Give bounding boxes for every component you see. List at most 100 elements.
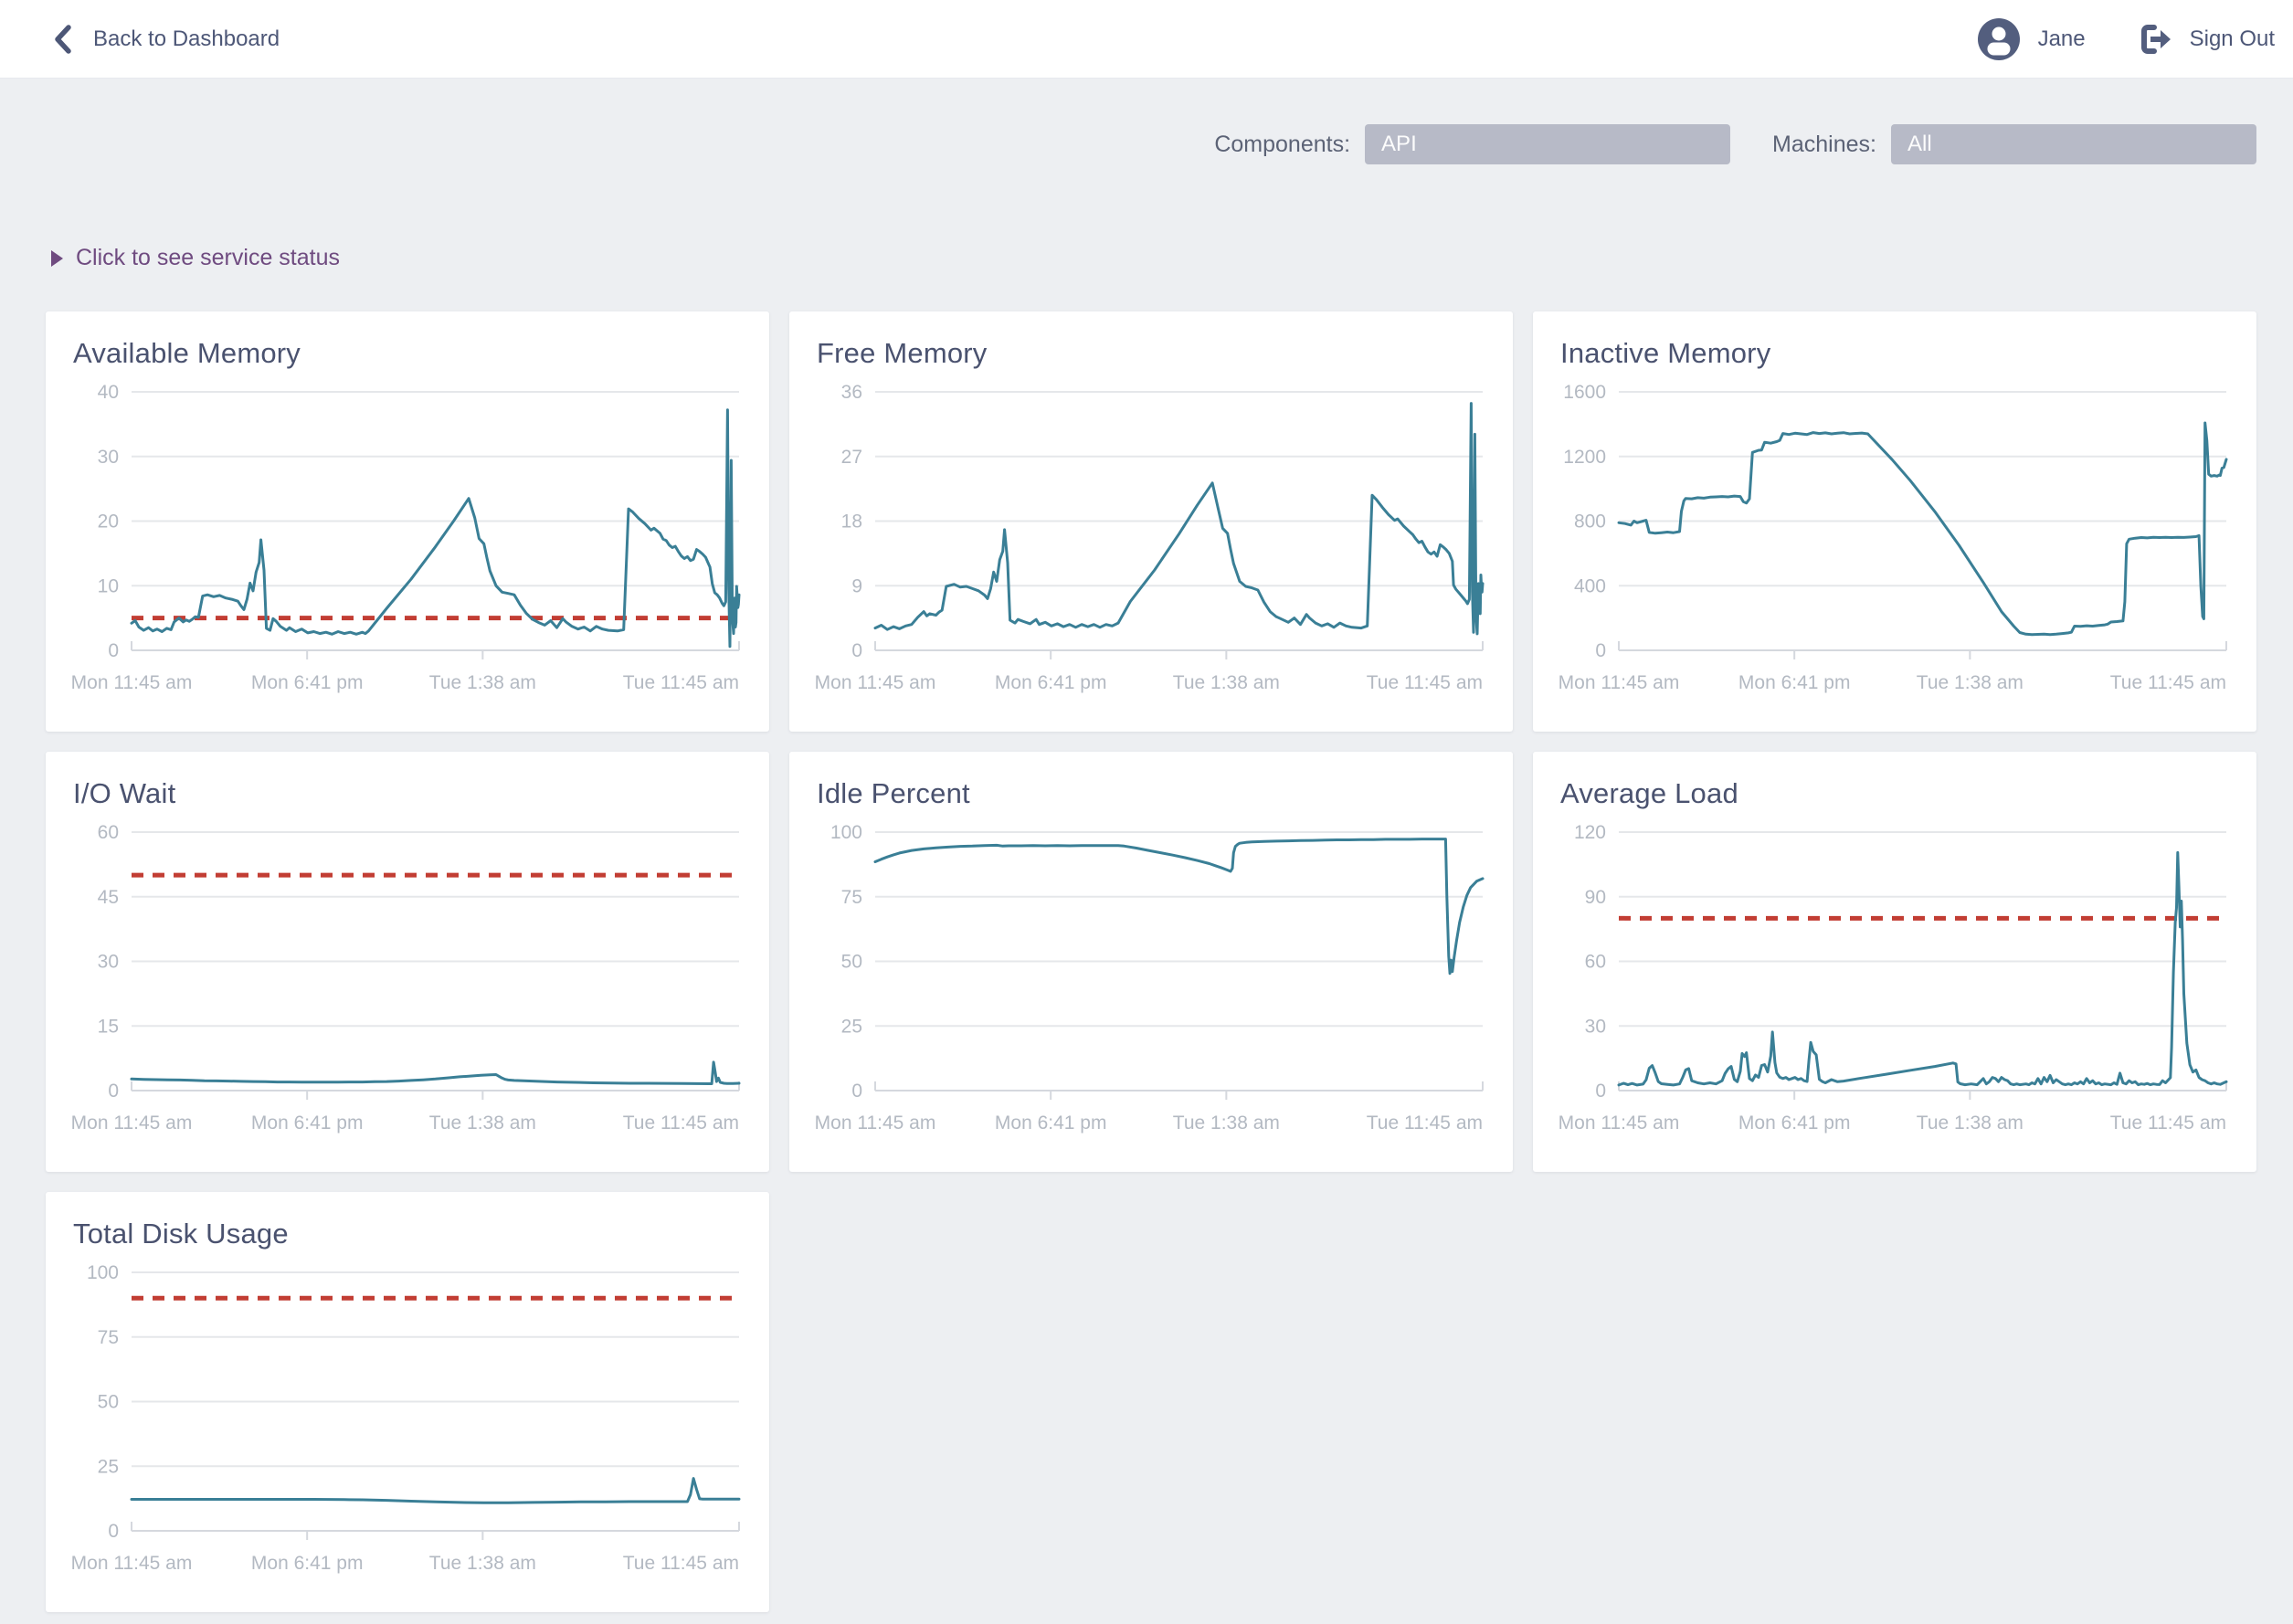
back-button[interactable]: Back to Dashboard [51, 23, 280, 56]
chart-title: I/O Wait [73, 777, 742, 810]
svg-text:9: 9 [851, 575, 862, 596]
service-status-label: Click to see service status [76, 245, 340, 271]
svg-text:Mon 11:45 am: Mon 11:45 am [1559, 672, 1680, 693]
user-name: Jane [2038, 26, 2086, 52]
svg-text:Mon 6:41 pm: Mon 6:41 pm [251, 672, 364, 693]
chart-card: Available Memory 0 10 20 30 40 Mon 11:45 am Mon… [46, 311, 769, 732]
svg-text:Tue 1:38 am: Tue 1:38 am [1917, 1113, 2024, 1134]
svg-text:25: 25 [98, 1456, 119, 1477]
svg-text:90: 90 [1585, 887, 1606, 908]
svg-text:1200: 1200 [1563, 447, 1606, 468]
svg-text:40: 40 [98, 382, 119, 403]
machines-label: Machines: [1772, 132, 1876, 158]
svg-text:Mon 6:41 pm: Mon 6:41 pm [251, 1553, 364, 1574]
chart-title: Inactive Memory [1560, 337, 2229, 370]
chart-card: Free Memory 0 9 18 27 36 Mon 11:45 am Mon 6:41 … [789, 311, 1513, 732]
svg-text:Tue 1:38 am: Tue 1:38 am [429, 1113, 536, 1134]
machines-select[interactable]: All [1891, 124, 2256, 164]
svg-text:Mon 6:41 pm: Mon 6:41 pm [251, 1113, 364, 1134]
sign-out-label: Sign Out [2190, 26, 2275, 52]
chart-card: I/O Wait015304560Mon 11:45 amMon 6:41 pm… [46, 752, 769, 1172]
machines-select-value: All [1907, 132, 1932, 157]
svg-text:Tue 1:38 am: Tue 1:38 am [1917, 672, 2024, 693]
svg-text:30: 30 [98, 447, 119, 468]
filter-bar: Components: API Machines: All [46, 124, 2256, 164]
chart-canvas: 015304560Mon 11:45 amMon 6:41 pmTue 1:38… [73, 819, 742, 1144]
chart-canvas: 0 10 20 30 40 Mon 11:45 am Mon 6:41 pm Tue 1:38… [73, 379, 742, 704]
svg-text:Tue 11:45 am: Tue 11:45 am [623, 672, 739, 693]
svg-text:30: 30 [1585, 1016, 1606, 1037]
svg-text:0: 0 [1595, 1081, 1606, 1102]
svg-text:25: 25 [841, 1016, 862, 1037]
svg-text:Mon 6:41 pm: Mon 6:41 pm [1738, 672, 1851, 693]
svg-text:Mon 6:41 pm: Mon 6:41 pm [995, 1113, 1107, 1134]
user-avatar-icon [1978, 18, 2020, 60]
components-filter-group: Components: API [1214, 124, 1730, 164]
components-select-value: API [1381, 132, 1417, 157]
svg-text:Mon 11:45 am: Mon 11:45 am [815, 1113, 936, 1134]
components-label: Components: [1214, 132, 1350, 158]
chart-canvas: 0306090120Mon 11:45 amMon 6:41 pmTue 1:3… [1560, 819, 2229, 1144]
svg-text:0: 0 [851, 640, 862, 661]
svg-text:0: 0 [108, 1521, 119, 1542]
chart-title: Idle Percent [817, 777, 1485, 810]
svg-text:Mon 6:41 pm: Mon 6:41 pm [1738, 1113, 1851, 1134]
svg-text:75: 75 [841, 887, 862, 908]
svg-text:10: 10 [98, 575, 119, 596]
charts-grid: Available Memory 0 10 20 30 40 Mon 11:45 am Mon… [46, 311, 2256, 1612]
svg-text:Tue 11:45 am: Tue 11:45 am [623, 1113, 739, 1134]
svg-text:Tue 1:38 am: Tue 1:38 am [1173, 672, 1280, 693]
svg-text:20: 20 [98, 511, 119, 533]
user-area: Jane Sign Out [1978, 18, 2275, 60]
svg-text:Mon 11:45 am: Mon 11:45 am [71, 1113, 193, 1134]
svg-text:Mon 11:45 am: Mon 11:45 am [815, 672, 936, 693]
chart-title: Average Load [1560, 777, 2229, 810]
svg-text:100: 100 [87, 1262, 119, 1283]
top-bar: Back to Dashboard Jane Sign Out [0, 0, 2293, 79]
chevron-left-icon [51, 23, 73, 56]
disclosure-triangle-icon [51, 250, 63, 267]
svg-text:Tue 11:45 am: Tue 11:45 am [1367, 672, 1483, 693]
svg-text:45: 45 [98, 887, 119, 908]
chart-card: Idle Percent0255075100Mon 11:45 amMon 6:… [789, 752, 1513, 1172]
svg-text:Mon 11:45 am: Mon 11:45 am [71, 1553, 193, 1574]
svg-text:75: 75 [98, 1327, 119, 1348]
svg-text:50: 50 [98, 1392, 119, 1413]
svg-text:Tue 11:45 am: Tue 11:45 am [2110, 672, 2226, 693]
service-status-toggle[interactable]: Click to see service status [51, 245, 340, 271]
sign-out-button[interactable]: Sign Out [2139, 22, 2275, 57]
chart-title: Free Memory [817, 337, 1485, 370]
svg-text:0: 0 [108, 640, 119, 661]
svg-text:Tue 11:45 am: Tue 11:45 am [2110, 1113, 2226, 1134]
svg-text:27: 27 [841, 447, 862, 468]
back-button-label: Back to Dashboard [93, 26, 280, 52]
components-select[interactable]: API [1365, 124, 1730, 164]
svg-text:800: 800 [1574, 511, 1606, 533]
svg-text:Tue 11:45 am: Tue 11:45 am [1367, 1113, 1483, 1134]
chart-card: Average Load0306090120Mon 11:45 amMon 6:… [1533, 752, 2256, 1172]
chart-canvas: 0255075100Mon 11:45 amMon 6:41 pmTue 1:3… [817, 819, 1485, 1144]
chart-title: Total Disk Usage [73, 1218, 742, 1250]
svg-text:Tue 1:38 am: Tue 1:38 am [1173, 1113, 1280, 1134]
svg-text:36: 36 [841, 382, 862, 403]
svg-text:60: 60 [1585, 952, 1606, 973]
svg-text:400: 400 [1574, 575, 1606, 596]
svg-text:Mon 6:41 pm: Mon 6:41 pm [995, 672, 1107, 693]
chart-card: Inactive Memory 0 400 800 1200 1600 Mon 11:45 … [1533, 311, 2256, 732]
svg-text:0: 0 [1595, 640, 1606, 661]
chart-title: Available Memory [73, 337, 742, 370]
svg-text:0: 0 [851, 1081, 862, 1102]
svg-text:60: 60 [98, 822, 119, 843]
svg-text:0: 0 [108, 1081, 119, 1102]
svg-text:1600: 1600 [1563, 382, 1606, 403]
svg-text:18: 18 [841, 511, 862, 533]
svg-text:Tue 11:45 am: Tue 11:45 am [623, 1553, 739, 1574]
svg-text:Tue 1:38 am: Tue 1:38 am [429, 672, 536, 693]
chart-card: Total Disk Usage 0 25 50 75 100 Mon 11:45 am Mo… [46, 1192, 769, 1612]
svg-text:Tue 1:38 am: Tue 1:38 am [429, 1553, 536, 1574]
chart-canvas: 0 9 18 27 36 Mon 11:45 am Mon 6:41 pm Tue 1:38 … [817, 379, 1485, 704]
svg-text:120: 120 [1574, 822, 1606, 843]
svg-text:Mon 11:45 am: Mon 11:45 am [71, 672, 193, 693]
svg-text:50: 50 [841, 952, 862, 973]
chart-canvas: 0 400 800 1200 1600 Mon 11:45 am Mon 6:41 pm Tu… [1560, 379, 2229, 704]
